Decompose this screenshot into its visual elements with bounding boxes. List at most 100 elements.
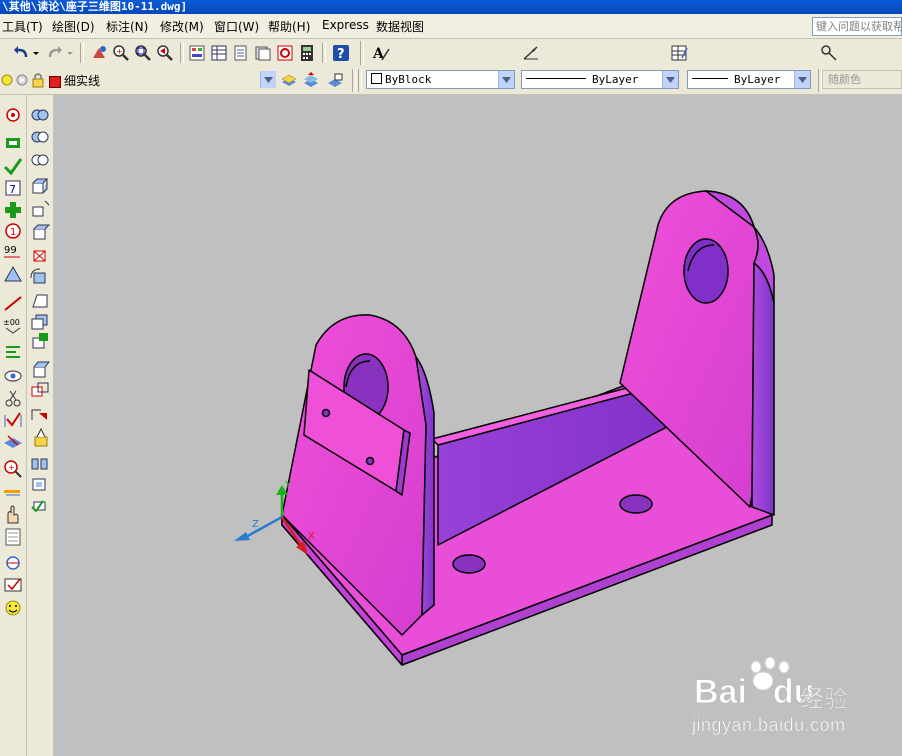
help-icon[interactable]: ? [332, 44, 350, 62]
align-lines-icon [6, 346, 20, 358]
zoom-in-icon: + [4, 460, 22, 478]
svg-text:+: + [8, 463, 15, 472]
chevron-down-icon [662, 71, 678, 88]
menu-tools[interactable]: 工具(T) [2, 18, 43, 35]
number-seven-icon: 7 [5, 180, 21, 196]
dim-style-icon[interactable] [522, 44, 540, 62]
taper-faces-icon [32, 294, 48, 308]
pan-realtime-icon[interactable] [90, 44, 108, 62]
text-style-icon[interactable]: A [372, 44, 390, 62]
design-center-icon[interactable] [210, 44, 228, 62]
color-select[interactable]: ByBlock [366, 70, 515, 89]
svg-text:7: 7 [9, 183, 16, 196]
watermark-url: jingyan.baidu.com [692, 715, 846, 736]
eye-icon [4, 370, 22, 382]
color-faces-icon [32, 333, 48, 349]
union-icon [31, 109, 49, 121]
redo-dropdown-icon[interactable] [66, 44, 74, 62]
svg-text:±00: ±00 [3, 318, 20, 327]
rotate-faces-icon [30, 268, 46, 284]
chevron-down-icon [260, 71, 276, 88]
multileader-style-icon[interactable] [820, 44, 838, 62]
ucs-z-label: Z [252, 519, 259, 530]
menu-draw[interactable]: 绘图(D) [52, 18, 95, 35]
make-layer-current-icon[interactable] [280, 71, 298, 89]
color-swatch [371, 73, 382, 84]
color-edges-icon [31, 382, 49, 397]
check-icon [31, 500, 46, 513]
lock-icon[interactable] [30, 71, 46, 89]
dimension-linear-icon [4, 412, 22, 427]
layer-edit-icon [4, 435, 22, 448]
lineweight-preview [692, 78, 728, 79]
markup-icon[interactable] [276, 44, 294, 62]
circled-one-icon: 1 [5, 223, 21, 239]
shell-icon [32, 478, 46, 491]
hand-icon [7, 505, 19, 524]
menu-express[interactable]: Express [322, 18, 369, 32]
delete-faces-icon [33, 250, 46, 262]
window-title: \其他\读论\座子三维图10-11.dwg] [0, 0, 902, 14]
plot-style-select: 随颜色 [822, 70, 902, 89]
chevron-down-icon [498, 71, 514, 88]
linetype-preview [526, 78, 586, 79]
layer-freeze-icon[interactable] [14, 71, 30, 89]
copy-edges-icon [33, 361, 51, 378]
subtract-icon [31, 131, 49, 143]
scissors-icon [5, 390, 21, 407]
book-check-icon [4, 578, 22, 592]
calculator-icon[interactable] [298, 44, 316, 62]
svg-text:+: + [116, 47, 123, 56]
menu-dimension[interactable]: 标注(N) [106, 18, 148, 35]
extrude-faces-icon [32, 178, 49, 194]
menu-modify[interactable]: 修改(M) [160, 18, 204, 35]
zoom-previous-icon[interactable] [156, 44, 174, 62]
layer-select[interactable]: 细实线 [60, 70, 276, 89]
smiley-icon [5, 600, 21, 616]
properties-icon[interactable] [188, 44, 206, 62]
undo-icon[interactable] [12, 44, 30, 62]
baidu-jingyan-watermark: Bai du 经验 jingyan.baidu.com [690, 655, 860, 745]
layer-manager-icon[interactable] [302, 71, 320, 89]
rectangle-tool-icon [6, 138, 20, 148]
ucs-x-label: X [308, 531, 315, 542]
lineweight-select[interactable]: ByLayer [687, 70, 811, 89]
zoom-realtime-icon[interactable]: + [112, 44, 130, 62]
menu-help[interactable]: 帮助(H) [268, 18, 310, 35]
dimension-value-icon: ±00 [3, 318, 21, 334]
watermark-brand-cn: 经验 [800, 685, 849, 714]
menu-bar: 工具(T) 绘图(D) 标注(N) 修改(M) 窗口(W) 帮助(H) Expr… [0, 14, 902, 39]
svg-text:1: 1 [10, 227, 16, 238]
watermark-brand-a: Bai [694, 673, 748, 712]
globe-icon [6, 556, 20, 570]
table-style-icon[interactable] [670, 44, 688, 62]
copy-faces-icon [31, 314, 48, 330]
linetype-select[interactable]: ByLayer [521, 70, 679, 89]
layer-previous-icon[interactable] [326, 71, 344, 89]
zoom-window-icon[interactable] [134, 44, 152, 62]
add-icon [5, 202, 21, 218]
menu-data-view[interactable]: 数据视图 [376, 18, 424, 35]
hatch-icon [4, 265, 22, 282]
move-faces-icon [32, 200, 50, 217]
snap-settings-icon [6, 108, 20, 122]
standard-toolbar: + ? A GGCAD-1 一 Stand [0, 39, 902, 100]
sheet-set-icon[interactable] [254, 44, 272, 62]
tool-palettes-icon[interactable] [232, 44, 250, 62]
ninety-nine-icon: 99 [4, 245, 20, 258]
left-toolbar-primary: 7 1 99 ±00 + [0, 95, 27, 756]
imprint-icon [31, 409, 47, 420]
ucs-y-label: Y [284, 480, 292, 491]
intersect-icon [31, 154, 49, 166]
menu-window[interactable]: 窗口(W) [214, 18, 259, 35]
undo-dropdown-icon[interactable] [32, 44, 40, 62]
clean-icon [34, 427, 48, 447]
redo-icon[interactable] [46, 44, 64, 62]
pencil-edit-icon [4, 490, 20, 496]
notepad-icon [5, 528, 21, 546]
separate-icon [31, 458, 48, 470]
chevron-down-icon [794, 71, 810, 88]
help-search-input[interactable]: 键入问题以获取帮助 [812, 17, 902, 36]
checkmark-icon [3, 158, 23, 176]
offset-faces-icon [33, 224, 51, 240]
